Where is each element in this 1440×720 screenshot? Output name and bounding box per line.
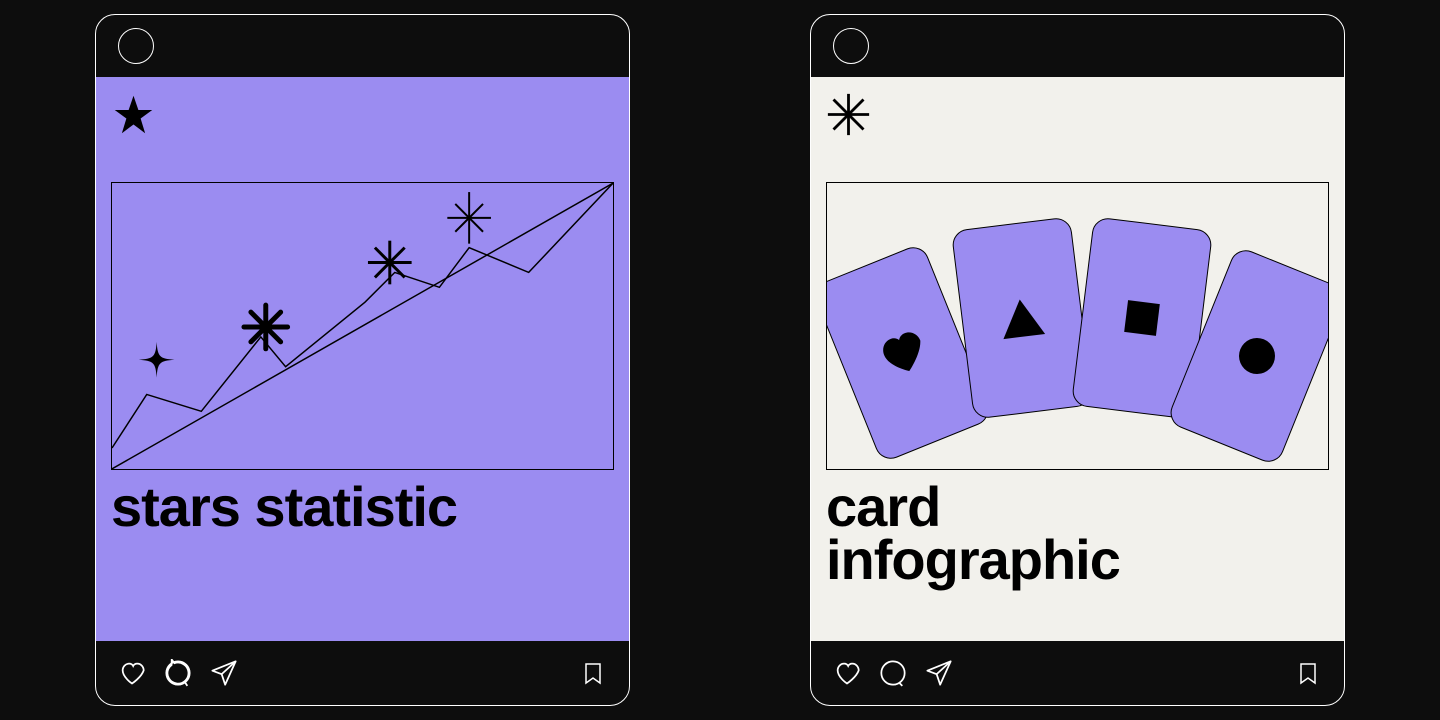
bookmark-icon[interactable] xyxy=(579,659,607,687)
post-footer xyxy=(96,641,629,705)
post-content: card infographic xyxy=(811,77,1344,641)
star-icon xyxy=(111,92,156,137)
share-icon[interactable] xyxy=(925,659,953,687)
avatar-circle[interactable] xyxy=(118,28,154,64)
post-header xyxy=(96,15,629,77)
post-title: stars statistic xyxy=(96,470,629,533)
heart-icon[interactable] xyxy=(833,659,861,687)
post-header xyxy=(811,15,1344,77)
post-title: card infographic xyxy=(811,470,1344,586)
post-footer xyxy=(811,641,1344,705)
social-post-cards: card infographic xyxy=(810,14,1345,706)
cards-illustration xyxy=(826,182,1329,470)
chart-illustration xyxy=(111,182,614,470)
sparkle-icon xyxy=(826,92,871,137)
comment-icon[interactable] xyxy=(164,659,192,687)
avatar-circle[interactable] xyxy=(833,28,869,64)
bookmark-icon[interactable] xyxy=(1294,659,1322,687)
social-post-stars: stars statistic xyxy=(95,14,630,706)
heart-icon[interactable] xyxy=(118,659,146,687)
share-icon[interactable] xyxy=(210,659,238,687)
comment-icon[interactable] xyxy=(879,659,907,687)
post-content: stars statistic xyxy=(96,77,629,641)
